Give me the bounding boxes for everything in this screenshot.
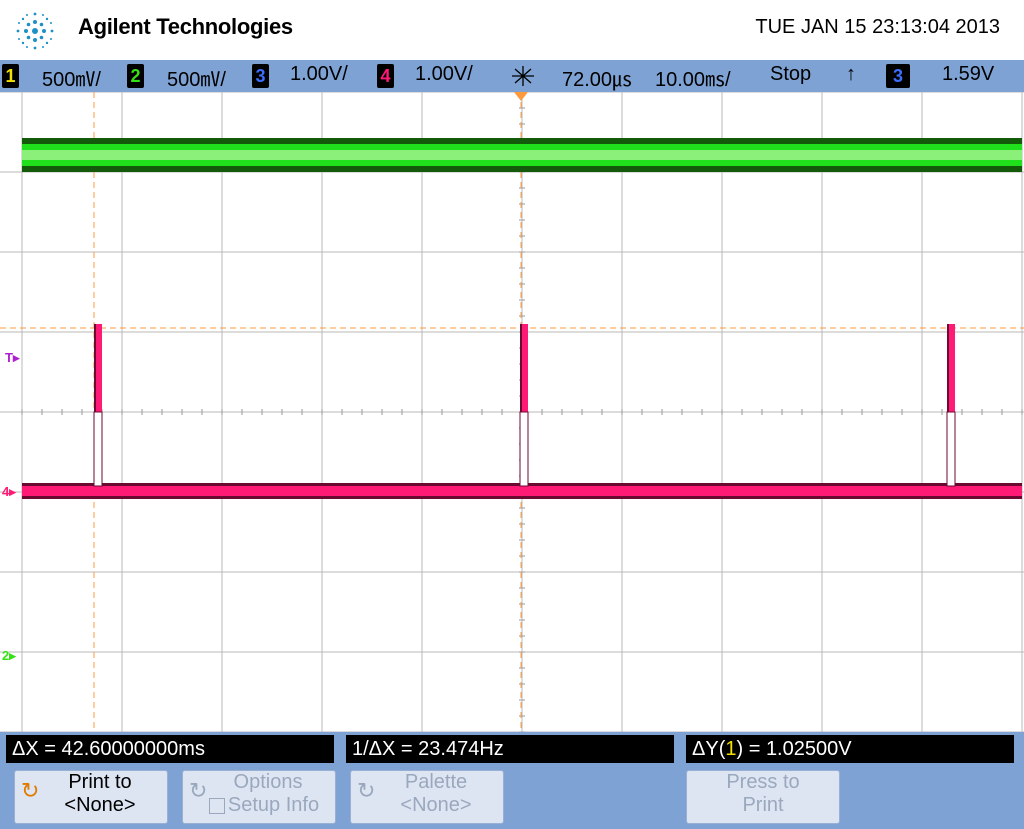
inverse-delta-x-readout: 1/ΔX = 23.474Hz bbox=[346, 735, 674, 763]
channel-4-badge[interactable]: 4 bbox=[377, 64, 394, 88]
delta-y-readout: ΔY(1) = 1.02500V bbox=[686, 735, 1014, 763]
header-bar: Agilent Technologies TUE JAN 15 23:13:04… bbox=[0, 0, 1024, 60]
date-time: TUE JAN 15 23:13:04 2013 bbox=[755, 16, 1000, 38]
channel-2-badge[interactable]: 2 bbox=[127, 64, 144, 88]
channel-1-scale[interactable]: 500㎷/ bbox=[42, 63, 101, 92]
channel-1-badge[interactable]: 1 bbox=[2, 64, 19, 88]
print-to-softkey[interactable]: ↻ Print to <None> bbox=[14, 770, 168, 824]
channel-2-scale[interactable]: 500㎷/ bbox=[167, 63, 226, 92]
measurement-bar: ΔX = 42.60000000ms 1/ΔX = 23.474Hz ΔY(1)… bbox=[0, 732, 1024, 766]
trigger-slope-icon: ↑ bbox=[846, 63, 856, 85]
horizontal-delay[interactable]: 72.00㎲ bbox=[562, 63, 632, 92]
rotate-icon: ↻ bbox=[21, 778, 40, 803]
graticule bbox=[0, 92, 1024, 732]
channel-3-scale[interactable]: 1.00V/ bbox=[290, 63, 348, 86]
trigger-source-badge[interactable]: 3 bbox=[886, 64, 910, 88]
run-state: Stop bbox=[770, 63, 812, 85]
rotate-icon: ↻ bbox=[189, 778, 208, 803]
horizontal-delay-icon bbox=[512, 66, 534, 86]
options-softkey[interactable]: ↻ Options Setup Info bbox=[182, 770, 336, 824]
checkbox-icon[interactable] bbox=[208, 797, 225, 814]
status-bar: 1 500㎷/ 2 500㎷/ 3 1.00V/ 4 1.00V/ 72.00㎲… bbox=[0, 60, 1024, 92]
brand-name: Agilent Technologies bbox=[78, 14, 293, 39]
channel-4-ground-marker[interactable]: 4▸ bbox=[2, 484, 16, 500]
rotate-icon: ↻ bbox=[357, 778, 376, 803]
softkey-bar: ↻ Print to <None> ↻ Options Setup Info ↻… bbox=[0, 766, 1024, 829]
waveform-display[interactable]: T▸ 4▸ 2▸ bbox=[0, 92, 1024, 732]
channel-3-badge[interactable]: 3 bbox=[252, 64, 269, 88]
delta-x-readout: ΔX = 42.60000000ms bbox=[6, 735, 334, 763]
press-to-print-softkey[interactable]: Press to Print bbox=[686, 770, 840, 824]
channel-2-trace bbox=[22, 138, 1022, 172]
channel-4-scale[interactable]: 1.00V/ bbox=[415, 63, 473, 86]
palette-softkey[interactable]: ↻ Palette <None> bbox=[350, 770, 504, 824]
trigger-level[interactable]: 1.59V bbox=[942, 63, 994, 86]
channel-2-ground-marker[interactable]: 2▸ bbox=[2, 648, 16, 664]
trigger-level-marker[interactable]: T▸ bbox=[5, 350, 19, 366]
agilent-logo-icon bbox=[16, 12, 54, 50]
timebase-scale[interactable]: 10.00㎳/ bbox=[655, 63, 731, 92]
